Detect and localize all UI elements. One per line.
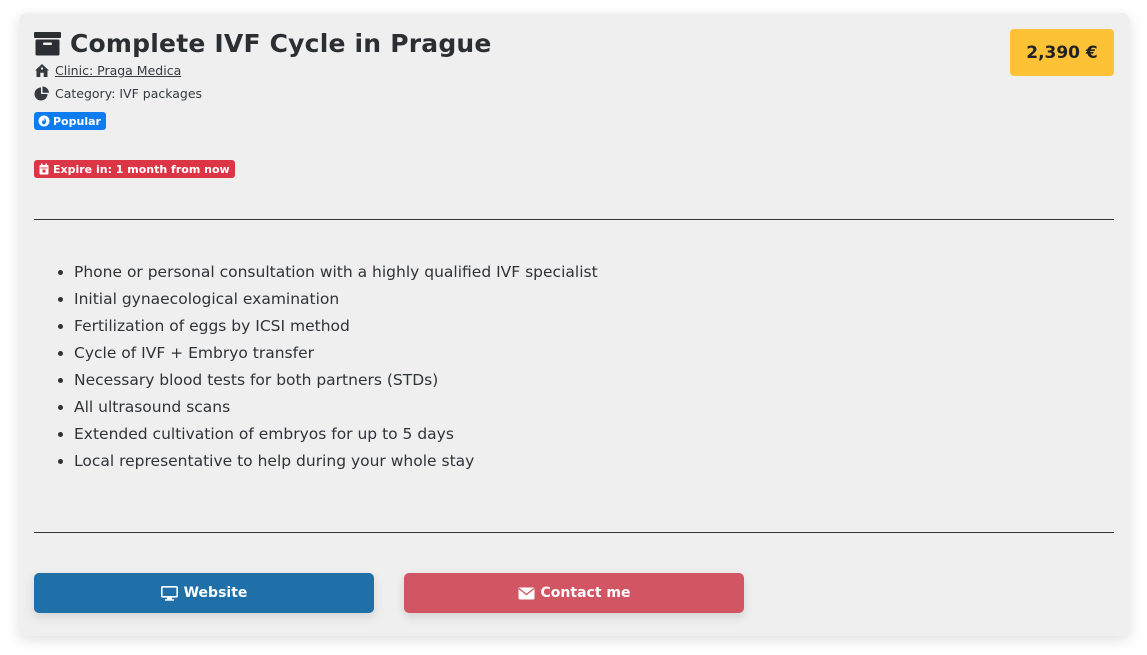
list-item: Cycle of IVF + Embryo transfer [74,343,598,370]
pie-chart-icon [34,86,49,101]
title-row: Complete IVF Cycle in Prague [34,29,492,58]
list-item: Necessary blood tests for both partners … [74,370,598,397]
contact-button-label: Contact me [540,585,631,601]
website-button[interactable]: Website [34,573,374,613]
website-button-label: Website [183,585,248,601]
archive-box-icon [34,31,61,55]
expire-badge: Expire in: 1 month from now [34,160,235,178]
features-list: Phone or personal consultation with a hi… [34,262,598,478]
popular-badge: Popular [34,112,106,130]
divider-top [34,219,1114,220]
divider-bottom [34,532,1114,533]
monitor-icon [160,585,178,601]
category-label: Category: IVF packages [55,86,203,101]
home-icon [35,64,49,77]
list-item: Phone or personal consultation with a hi… [74,262,598,289]
popular-badge-label: Popular [53,114,101,128]
list-item: Extended cultivation of embryos for up t… [74,424,598,451]
list-item: Local representative to help during your… [74,451,598,478]
listing-card: Complete IVF Cycle in Prague Clinic: Pra… [19,13,1130,636]
clinic-row: Clinic: Praga Medica [34,63,181,78]
clinic-link[interactable]: Clinic: Praga Medica [55,63,181,78]
category-row: Category: IVF packages [34,86,202,101]
envelope-icon [518,587,535,599]
list-item: Initial gynaecological examination [74,289,598,316]
calendar-icon [39,163,49,175]
fire-icon [38,115,50,127]
list-item: Fertilization of eggs by ICSI method [74,316,598,343]
contact-button[interactable]: Contact me [404,573,744,613]
price-tag: 2,390 € [1010,29,1114,76]
expire-badge-label: Expire in: 1 month from now [53,162,230,176]
listing-title: Complete IVF Cycle in Prague [70,29,492,58]
list-item: All ultrasound scans [74,397,598,424]
